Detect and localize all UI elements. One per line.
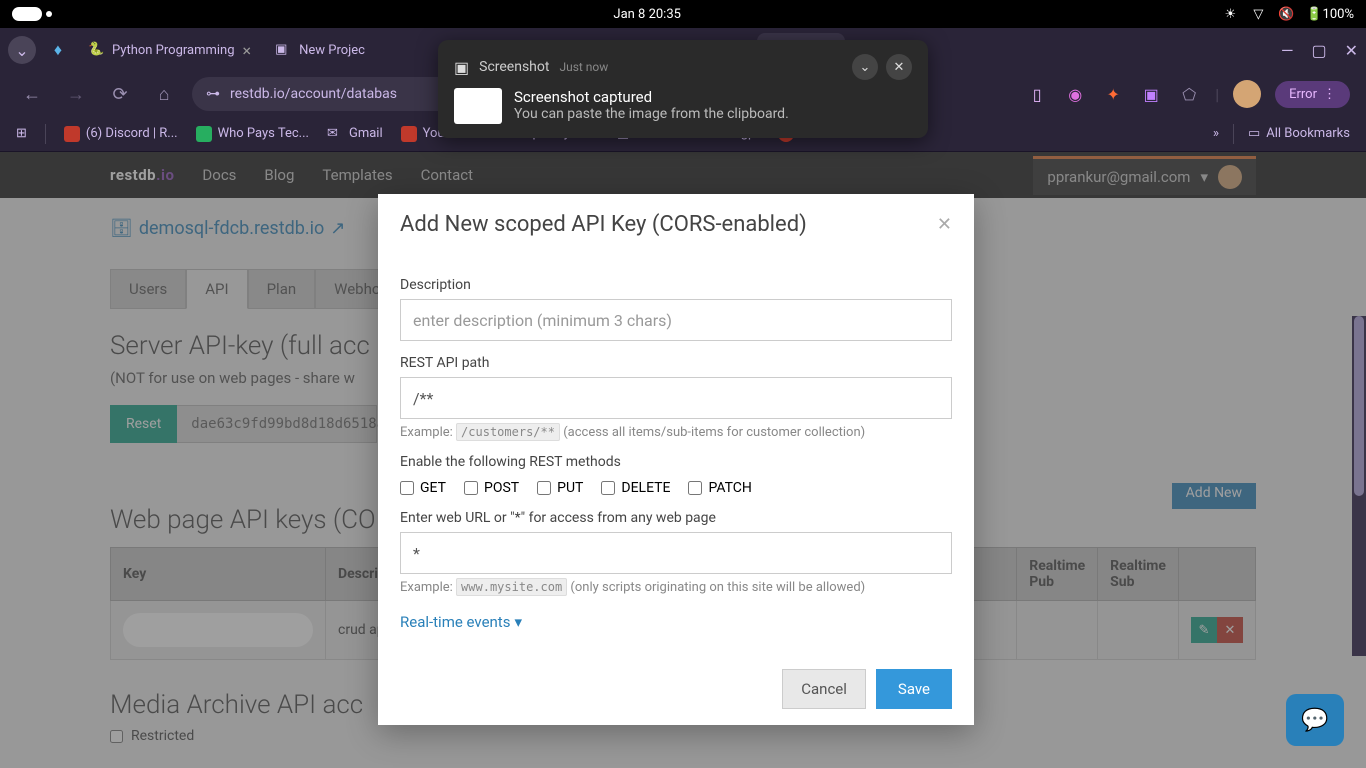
add-api-key-modal: Add New scoped API Key (CORS-enabled) ✕ … <box>378 194 974 725</box>
extension-icon[interactable]: ▯ <box>1025 82 1049 106</box>
brightness-icon[interactable]: ☀ <box>1222 6 1238 22</box>
home-button[interactable]: ⌂ <box>148 78 180 110</box>
back-button[interactable]: ← <box>16 78 48 110</box>
notif-close-button[interactable]: ✕ <box>886 54 912 80</box>
close-icon[interactable]: × <box>243 41 252 60</box>
extension-icon[interactable]: ✦ <box>1101 82 1125 106</box>
activities-pill[interactable] <box>12 7 42 21</box>
methods-label: Enable the following REST methods <box>400 454 952 470</box>
method-delete[interactable]: DELETE <box>601 480 670 496</box>
extension-icon[interactable]: ◉ <box>1063 82 1087 106</box>
modal-close-button[interactable]: ✕ <box>937 214 952 235</box>
cancel-button[interactable]: Cancel <box>782 669 866 709</box>
bookmark-whopays[interactable]: Who Pays Tec... <box>196 126 309 142</box>
method-get[interactable]: GET <box>400 480 446 496</box>
rest-path-input[interactable] <box>400 377 952 419</box>
method-patch[interactable]: PATCH <box>688 480 751 496</box>
description-label: Description <box>400 277 952 293</box>
profile-avatar[interactable] <box>1233 80 1261 108</box>
tab-label: Python Programming <box>112 43 235 58</box>
volume-icon[interactable]: 🔇 <box>1278 6 1294 22</box>
save-button[interactable]: Save <box>876 669 952 709</box>
notif-title: Screenshot captured <box>514 88 789 106</box>
extension-icon[interactable]: ▣ <box>1139 82 1163 106</box>
close-window-button[interactable]: ✕ <box>1345 41 1358 60</box>
error-badge[interactable]: Error ⋮ <box>1275 81 1350 108</box>
method-put[interactable]: PUT <box>537 480 583 496</box>
notif-app-name: Screenshot <box>479 59 549 75</box>
forward-button[interactable]: → <box>60 78 92 110</box>
clock[interactable]: Jan 8 20:35 <box>72 7 1222 22</box>
method-post[interactable]: POST <box>464 480 519 496</box>
description-input[interactable] <box>400 299 952 341</box>
bookmark-discord[interactable]: (6) Discord | R... <box>64 126 178 142</box>
rest-path-label: REST API path <box>400 355 952 371</box>
status-dot <box>46 11 52 17</box>
notif-expand-button[interactable]: ⌄ <box>852 54 878 80</box>
apps-button[interactable]: ⊞ <box>16 126 27 141</box>
caret-down-icon: ▾ <box>514 613 522 631</box>
notif-message: You can paste the image from the clipboa… <box>514 106 789 122</box>
web-url-help: Example: www.mysite.com (only scripts or… <box>400 580 952 595</box>
web-url-label: Enter web URL or "*" for access from any… <box>400 510 952 526</box>
all-bookmarks-button[interactable]: ▭ All Bookmarks <box>1248 126 1350 141</box>
notif-thumbnail <box>454 88 502 124</box>
notion-icon: ▣ <box>275 42 291 58</box>
reload-button[interactable]: ⟳ <box>104 78 136 110</box>
site-info-icon[interactable]: ⊶ <box>206 86 220 102</box>
rest-path-help: Example: /customers/** (access all items… <box>400 425 952 440</box>
system-status-bar: Jan 8 20:35 ☀ ▽ 🔇 🔋100% <box>0 0 1366 28</box>
bookmark-gmail[interactable]: ✉Gmail <box>327 126 383 142</box>
screenshot-icon: ▣ <box>454 58 469 77</box>
modal-title: Add New scoped API Key (CORS-enabled) <box>400 212 807 237</box>
tab-new-project[interactable]: ▣ New Projec <box>263 33 377 67</box>
tab-python[interactable]: 🐍 Python Programming × <box>76 33 263 67</box>
wifi-icon[interactable]: ▽ <box>1250 6 1266 22</box>
url-text: restdb.io/account/databas <box>230 86 397 102</box>
tab-search-button[interactable]: ⌄ <box>8 36 36 64</box>
maximize-button[interactable]: ▢ <box>1311 41 1326 60</box>
screenshot-notification[interactable]: ▣ Screenshot Just now ⌄ ✕ Screenshot cap… <box>438 40 928 138</box>
battery-indicator[interactable]: 🔋100% <box>1306 7 1354 22</box>
python-icon: 🐍 <box>88 42 104 58</box>
extensions-menu-icon[interactable]: ⬠ <box>1177 82 1201 106</box>
realtime-events-toggle[interactable]: Real-time events▾ <box>400 613 522 631</box>
minimize-button[interactable]: — <box>1281 41 1294 60</box>
web-url-input[interactable] <box>400 532 952 574</box>
bookmarks-overflow[interactable]: » <box>1213 126 1219 141</box>
vertical-scrollbar[interactable] <box>1352 316 1366 656</box>
chat-fab-button[interactable]: 💬 <box>1286 694 1344 746</box>
tab-label: New Projec <box>299 43 365 58</box>
gem-icon[interactable]: ♦ <box>44 40 72 60</box>
chat-icon: 💬 <box>1301 708 1328 733</box>
notif-timestamp: Just now <box>559 60 608 74</box>
